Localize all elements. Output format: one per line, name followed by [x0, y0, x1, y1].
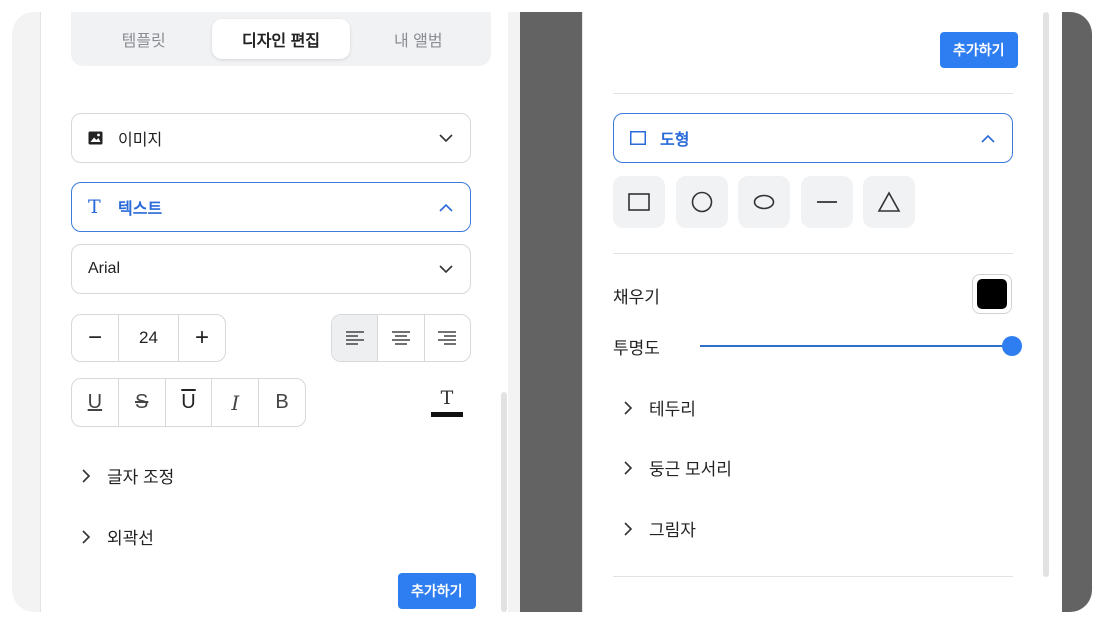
left-scrollbar[interactable]: [501, 392, 507, 612]
divider: [613, 93, 1013, 94]
tab-design-edit[interactable]: 디자인 편집: [212, 19, 350, 59]
underline-icon: U: [87, 391, 103, 413]
text-format-group: U S U I B: [71, 378, 306, 427]
text-section-label: 텍스트: [118, 201, 163, 218]
design-edit-panel: 템플릿 디자인 편집 내 앨범 이미지 T 텍스트 Arial − 24 + U…: [40, 12, 508, 612]
divider: [613, 253, 1013, 254]
opacity-slider-fill: [700, 345, 1012, 347]
font-size-stepper: − 24 +: [71, 314, 226, 362]
shape-section-header[interactable]: 도형: [613, 113, 1013, 163]
letter-spacing-label: 글자 조정: [107, 468, 175, 487]
rounded-corner-label: 둥근 모서리: [649, 460, 732, 479]
opacity-slider[interactable]: [700, 335, 1022, 357]
image-icon: [88, 131, 108, 145]
rectangle-icon: [628, 193, 650, 211]
canvas-backdrop: [520, 12, 583, 612]
opacity-label: 투명도: [613, 339, 660, 358]
fill-label: 채우기: [613, 288, 660, 307]
font-size-decrement-button[interactable]: −: [72, 315, 118, 361]
fill-color-value: [977, 279, 1007, 309]
fill-color-swatch[interactable]: [972, 274, 1012, 314]
right-scrollbar[interactable]: [1043, 12, 1049, 577]
align-center-icon: [391, 331, 410, 345]
chevron-right-icon: [617, 400, 639, 415]
shape-rectangle-button[interactable]: [613, 176, 665, 228]
text-T-icon: T: [88, 196, 101, 218]
shadow-section[interactable]: 그림자: [617, 516, 696, 541]
text-section-header[interactable]: T 텍스트: [71, 182, 471, 232]
square-icon: [630, 131, 650, 145]
outline-section[interactable]: 외곽선: [75, 524, 154, 549]
letter-spacing-section[interactable]: 글자 조정: [75, 463, 174, 488]
canvas-backdrop-right: [1062, 12, 1092, 612]
text-color-swatch: [431, 412, 463, 417]
app-frame: 템플릿 디자인 편집 내 앨범 이미지 T 텍스트 Arial − 24 + U…: [12, 12, 1092, 612]
text-color-button[interactable]: T: [429, 388, 465, 424]
bold-button[interactable]: B: [258, 379, 305, 426]
align-left-button[interactable]: [332, 315, 378, 361]
font-size-increment-button[interactable]: +: [179, 315, 225, 361]
strikethrough-icon: S: [135, 391, 149, 413]
font-family-select[interactable]: Arial: [71, 244, 471, 294]
image-section-label: 이미지: [118, 132, 163, 149]
divider: [613, 576, 1013, 577]
chevron-right-icon: [617, 521, 639, 536]
border-label: 테두리: [649, 400, 696, 419]
align-center-button[interactable]: [377, 315, 423, 361]
text-align-group: [331, 314, 471, 362]
shape-line-button[interactable]: [801, 176, 853, 228]
chevron-right-icon: [75, 468, 97, 483]
shape-circle-button[interactable]: [676, 176, 728, 228]
font-size-value[interactable]: 24: [118, 315, 179, 361]
strikethrough-button[interactable]: S: [117, 379, 165, 426]
tab-my-album[interactable]: 내 앨범: [350, 19, 487, 59]
shadow-label: 그림자: [649, 521, 696, 540]
panel-tabs: 템플릿 디자인 편집 내 앨범: [71, 12, 491, 66]
rounded-corner-section[interactable]: 둥근 모서리: [617, 455, 732, 480]
align-left-icon: [345, 331, 364, 345]
text-color-icon: T: [440, 387, 454, 409]
chevron-right-icon: [75, 529, 97, 544]
chevron-up-icon: [438, 199, 454, 215]
chevron-down-icon: [438, 261, 454, 277]
shape-ellipse-button[interactable]: [738, 176, 790, 228]
line-icon: [817, 201, 837, 203]
font-family-value: Arial: [88, 260, 121, 277]
italic-button[interactable]: I: [211, 379, 258, 426]
ellipse-icon: [753, 194, 775, 210]
chevron-up-icon: [980, 130, 996, 146]
align-right-icon: [438, 331, 457, 345]
add-text-button[interactable]: 추가하기: [398, 573, 476, 609]
overline-icon: U: [181, 391, 196, 413]
shape-triangle-button[interactable]: [863, 176, 915, 228]
chevron-right-icon: [617, 460, 639, 475]
italic-icon: I: [231, 390, 240, 415]
border-section[interactable]: 테두리: [617, 395, 696, 420]
image-section-header[interactable]: 이미지: [71, 113, 471, 163]
align-right-button[interactable]: [423, 315, 470, 361]
opacity-slider-thumb[interactable]: [1002, 336, 1022, 356]
overline-button[interactable]: U: [164, 379, 212, 426]
outline-label: 외곽선: [107, 529, 154, 548]
circle-icon: [691, 191, 713, 213]
underline-button[interactable]: U: [72, 379, 118, 426]
triangle-icon: [877, 191, 901, 212]
bold-icon: B: [275, 391, 289, 413]
shape-section-label: 도형: [660, 132, 690, 149]
chevron-down-icon: [438, 130, 454, 146]
tab-templates[interactable]: 템플릿: [75, 19, 212, 59]
add-top-button[interactable]: 추가하기: [940, 32, 1018, 68]
